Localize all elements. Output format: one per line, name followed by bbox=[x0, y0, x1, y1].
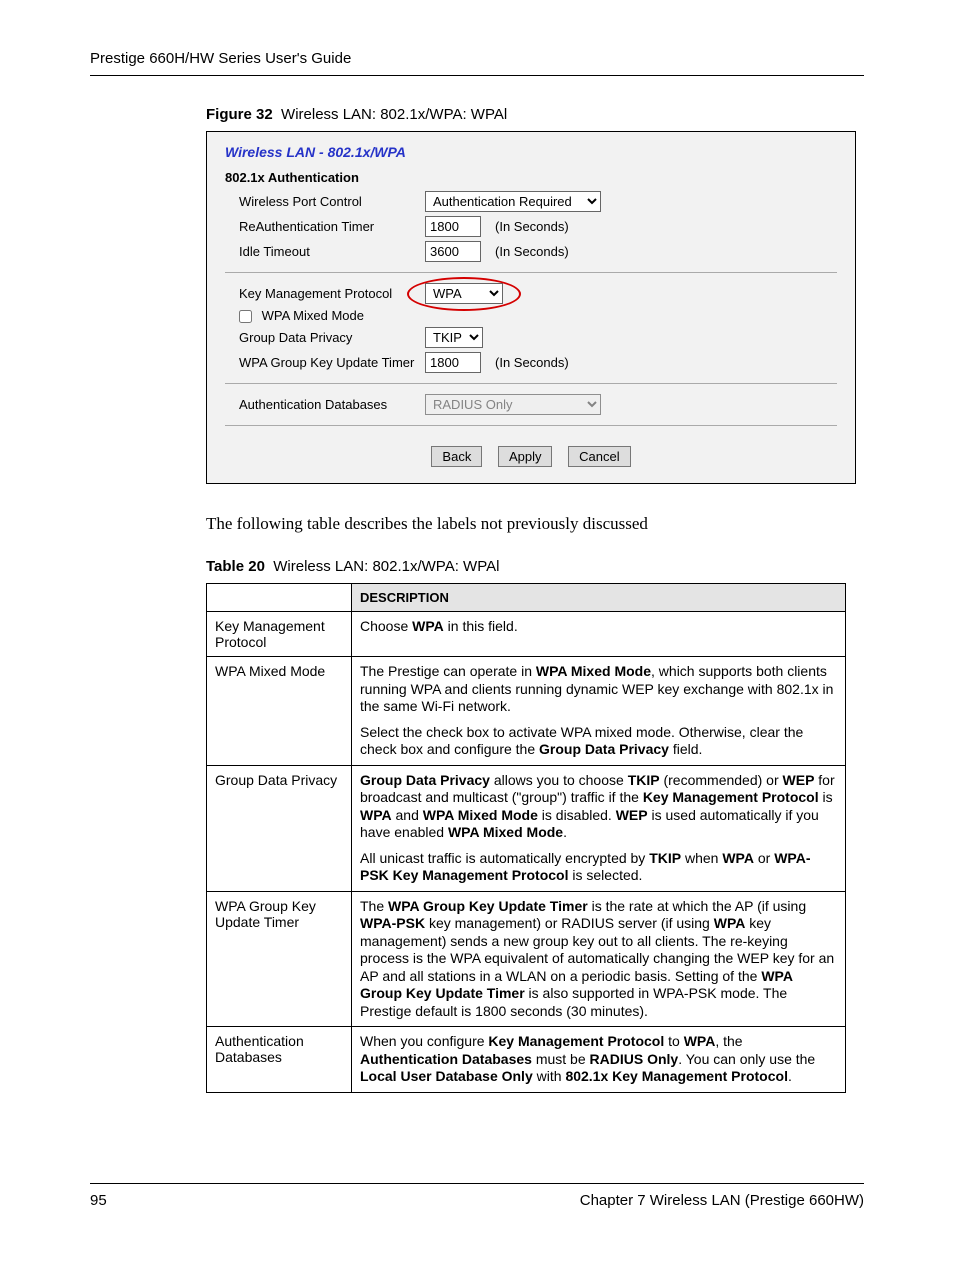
table-row: WPA Group Key Update TimerThe WPA Group … bbox=[207, 891, 846, 1027]
description-cell: Choose WPA in this field. bbox=[352, 612, 846, 657]
label-cell: Group Data Privacy bbox=[207, 765, 352, 891]
wpa-mixed-mode-row: WPA Mixed Mode bbox=[225, 308, 425, 323]
label-cell: Key Management Protocol bbox=[207, 612, 352, 657]
group-key-timer-unit: (In Seconds) bbox=[495, 355, 569, 370]
chapter-title: Chapter 7 Wireless LAN (Prestige 660HW) bbox=[580, 1192, 864, 1209]
cancel-button[interactable]: Cancel bbox=[568, 446, 630, 467]
apply-button[interactable]: Apply bbox=[498, 446, 553, 467]
kmp-label: Key Management Protocol bbox=[225, 286, 425, 301]
label-cell: WPA Mixed Mode bbox=[207, 657, 352, 766]
group-key-timer-input[interactable] bbox=[425, 352, 481, 373]
table-row: WPA Mixed ModeThe Prestige can operate i… bbox=[207, 657, 846, 766]
idle-timeout-input[interactable] bbox=[425, 241, 481, 262]
description-column-header: Description bbox=[352, 584, 846, 612]
group-data-privacy-label: Group Data Privacy bbox=[225, 330, 425, 345]
table-row: Group Data PrivacyGroup Data Privacy all… bbox=[207, 765, 846, 891]
divider bbox=[225, 272, 837, 273]
reauth-timer-input[interactable] bbox=[425, 216, 481, 237]
group-key-timer-label: WPA Group Key Update Timer bbox=[225, 355, 425, 370]
description-cell: When you configure Key Management Protoc… bbox=[352, 1027, 846, 1093]
auth-db-label: Authentication Databases bbox=[225, 397, 425, 412]
back-button[interactable]: Back bbox=[431, 446, 482, 467]
config-screenshot: Wireless LAN - 802.1x/WPA 802.1x Authent… bbox=[206, 131, 856, 484]
idle-timeout-label: Idle Timeout bbox=[225, 244, 425, 259]
divider bbox=[225, 383, 837, 384]
figure-caption: Figure 32 Wireless LAN: 802.1x/WPA: WPAl bbox=[206, 106, 864, 123]
description-table: Description Key Management ProtocolChoos… bbox=[206, 583, 846, 1093]
kmp-select[interactable]: WPA bbox=[425, 283, 503, 304]
description-cell: Group Data Privacy allows you to choose … bbox=[352, 765, 846, 891]
group-data-privacy-select[interactable]: TKIP bbox=[425, 327, 483, 348]
reauth-timer-label: ReAuthentication Timer bbox=[225, 219, 425, 234]
auth-section-head: 802.1x Authentication bbox=[225, 170, 837, 185]
table-row: Authentication DatabasesWhen you configu… bbox=[207, 1027, 846, 1093]
page-header: Prestige 660H/HW Series User's Guide bbox=[90, 50, 864, 76]
label-cell: Authentication Databases bbox=[207, 1027, 352, 1093]
table-row: Key Management ProtocolChoose WPA in thi… bbox=[207, 612, 846, 657]
wpa-mixed-mode-checkbox[interactable] bbox=[239, 310, 252, 323]
label-cell: WPA Group Key Update Timer bbox=[207, 891, 352, 1027]
auth-db-select: RADIUS Only bbox=[425, 394, 601, 415]
reauth-timer-unit: (In Seconds) bbox=[495, 219, 569, 234]
wireless-port-control-select[interactable]: Authentication Required bbox=[425, 191, 601, 212]
description-cell: The WPA Group Key Update Timer is the ra… bbox=[352, 891, 846, 1027]
description-cell: The Prestige can operate in WPA Mixed Mo… bbox=[352, 657, 846, 766]
divider bbox=[225, 425, 837, 426]
table-header-row: Description bbox=[207, 584, 846, 612]
wireless-port-control-label: Wireless Port Control bbox=[225, 194, 425, 209]
panel-title: Wireless LAN - 802.1x/WPA bbox=[225, 144, 837, 160]
idle-timeout-unit: (In Seconds) bbox=[495, 244, 569, 259]
page-number: 95 bbox=[90, 1192, 107, 1209]
wpa-mixed-mode-label: WPA Mixed Mode bbox=[262, 308, 364, 323]
table-caption: Table 20 Wireless LAN: 802.1x/WPA: WPAl bbox=[206, 558, 864, 575]
intro-text: The following table describes the labels… bbox=[206, 514, 864, 534]
